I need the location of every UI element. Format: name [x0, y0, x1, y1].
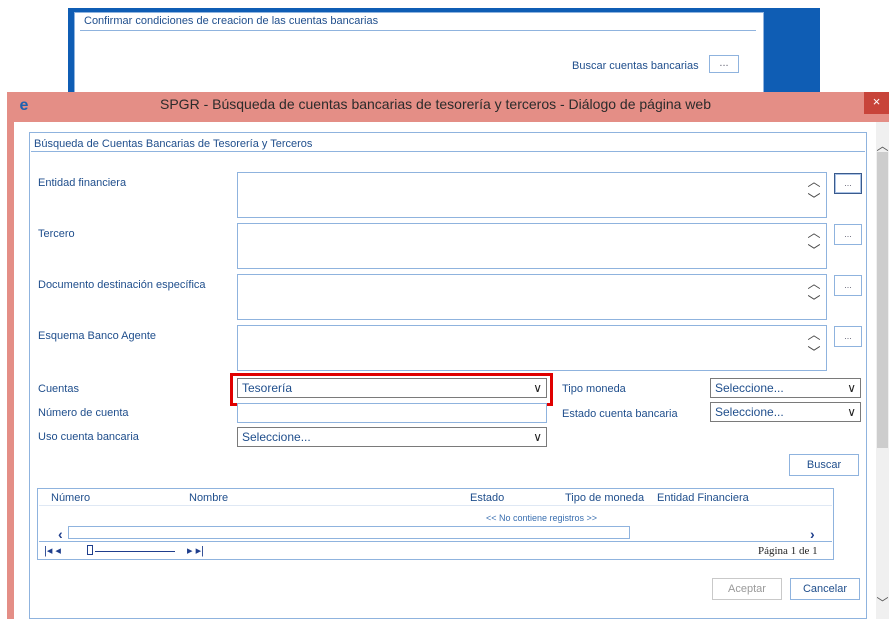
scroll-left-icon[interactable]: ‹	[58, 526, 63, 542]
chevron-down-icon: ∨	[533, 430, 542, 444]
pager-first-prev-icon[interactable]: |◂ ◂	[44, 544, 61, 557]
esquema-search-button[interactable]: ...	[834, 326, 862, 347]
scroll-right-icon[interactable]: ›	[810, 526, 815, 542]
close-button[interactable]: ×	[864, 92, 889, 114]
buscar-cuentas-button[interactable]: ...	[709, 55, 739, 73]
background-panel-title: Confirmar condiciones de creacion de las…	[84, 15, 379, 27]
horizontal-scrollbar[interactable]	[68, 526, 630, 539]
uso-cuenta-select-value: Seleccione...	[242, 430, 311, 444]
dialog-title: SPGR - Búsqueda de cuentas bancarias de …	[160, 96, 711, 112]
page-info: Página 1 de 1	[758, 545, 818, 557]
entidad-financiera-search-button[interactable]: ...	[834, 173, 862, 194]
divider	[39, 541, 832, 542]
pager-next-last-icon[interactable]: ▸ ▸|	[187, 544, 204, 557]
divider	[80, 30, 756, 31]
entidad-financiera-label: Entidad financiera	[38, 177, 127, 189]
esquema-label: Esquema Banco Agente	[38, 330, 157, 342]
estado-cuenta-select[interactable]: Seleccione... ∨	[710, 402, 861, 422]
aceptar-button[interactable]: Aceptar	[712, 578, 782, 600]
scrollbar-thumb[interactable]	[877, 152, 888, 448]
tipo-moneda-select-value: Seleccione...	[715, 381, 784, 395]
chevron-down-icon: ∨	[847, 405, 856, 419]
cuentas-label: Cuentas	[38, 383, 79, 395]
cancelar-button[interactable]: Cancelar	[790, 578, 860, 600]
chevron-down-icon: ∨	[847, 381, 856, 395]
column-header-tipo-moneda[interactable]: Tipo de moneda	[565, 492, 644, 504]
buscar-button[interactable]: Buscar	[789, 454, 859, 476]
pager-slider-thumb[interactable]	[87, 545, 93, 555]
numero-cuenta-label: Número de cuenta	[38, 407, 129, 419]
column-header-entidad-financiera[interactable]: Entidad Financiera	[657, 492, 749, 504]
empty-message: << No contiene registros >>	[486, 513, 598, 523]
scroll-down-icon[interactable]: ﹀	[876, 594, 889, 610]
column-header-nombre[interactable]: Nombre	[189, 492, 228, 504]
tercero-scroll-icon[interactable]: ︿ ﹀	[805, 224, 823, 268]
entidad-financiera-scroll-icon[interactable]: ︿ ﹀	[805, 173, 823, 217]
ie-icon: e	[19, 97, 29, 114]
scroll-up-icon[interactable]: ︿	[876, 137, 889, 153]
estado-cuenta-select-value: Seleccione...	[715, 405, 784, 419]
divider	[39, 505, 832, 506]
tercero-search-button[interactable]: ...	[834, 224, 862, 245]
tipo-moneda-select[interactable]: Seleccione... ∨	[710, 378, 861, 398]
entidad-financiera-field[interactable]	[237, 172, 827, 218]
buscar-cuentas-label: Buscar cuentas bancarias	[572, 60, 699, 72]
esquema-field[interactable]	[237, 325, 827, 371]
pager-slider-track[interactable]	[95, 551, 175, 552]
divider	[31, 151, 865, 152]
tercero-field[interactable]	[237, 223, 827, 269]
highlight-box	[230, 373, 553, 406]
panel-title: Búsqueda de Cuentas Bancarias de Tesorer…	[34, 138, 313, 150]
column-header-estado[interactable]: Estado	[470, 492, 504, 504]
documento-label: Documento destinación específica	[38, 279, 206, 291]
column-header-numero[interactable]: Número	[51, 492, 90, 504]
uso-cuenta-select[interactable]: Seleccione... ∨	[237, 427, 547, 447]
tercero-label: Tercero	[38, 228, 75, 240]
documento-field[interactable]	[237, 274, 827, 320]
uso-cuenta-label: Uso cuenta bancaria	[38, 431, 139, 443]
documento-scroll-icon[interactable]: ︿ ﹀	[805, 275, 823, 319]
numero-cuenta-input[interactable]	[237, 403, 547, 423]
tipo-moneda-label: Tipo moneda	[562, 383, 626, 395]
esquema-scroll-icon[interactable]: ︿ ﹀	[805, 326, 823, 370]
estado-cuenta-label: Estado cuenta bancaria	[562, 408, 678, 420]
documento-search-button[interactable]: ...	[834, 275, 862, 296]
